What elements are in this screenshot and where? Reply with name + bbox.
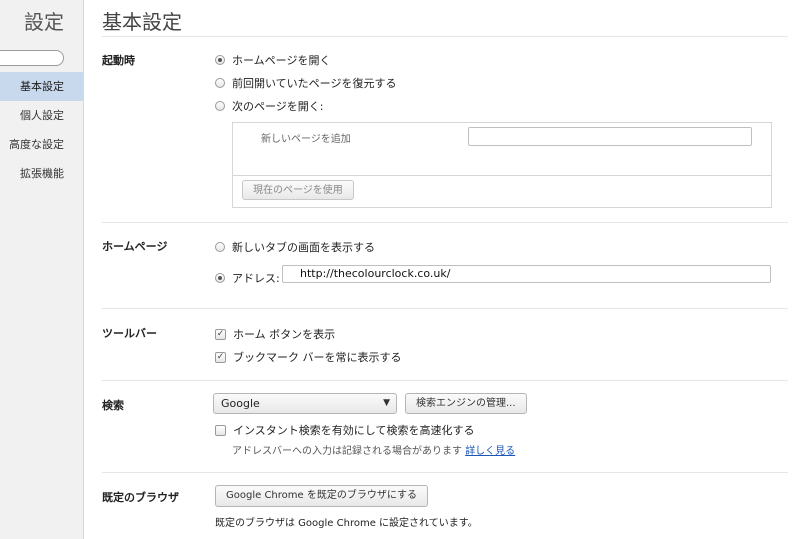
homepage-address-input[interactable]: http://thecolourclock.co.uk/ [282,265,771,283]
radio-icon[interactable] [215,101,225,111]
instant-search-hint: アドレスバーへの入力は記録される場合があります 詳しく見る [232,442,515,457]
checkbox-checked-icon[interactable]: ✓ [215,351,226,363]
radio-icon[interactable] [215,78,225,88]
homepage-new-tab-label: 新しいタブの画面を表示する [232,241,375,254]
homepage-address-label: アドレス: [232,272,280,285]
instant-hint-text: アドレスバーへの入力は記録される場合があります [232,446,462,457]
main-content: 基本設定 起動時 ホームページを開く 前回開いていたページを復元する 次のページ… [84,0,800,539]
section-divider [102,380,788,381]
dropdown-arrow-icon: ▼ [383,398,390,408]
sidebar-nav: 基本設定 個人設定 高度な設定 拡張機能 [0,72,83,188]
checkbox-icon[interactable] [215,424,226,436]
sidebar-item-personal[interactable]: 個人設定 [0,101,83,130]
add-page-input[interactable] [468,127,752,146]
manage-search-engines-button[interactable]: 検索エンジンの管理... [405,393,527,414]
show-bookmarks-label: ブックマーク バーを常に表示する [233,351,402,364]
page-title: 基本設定 [102,10,182,34]
startup-pages-row: 新しいページを追加 [233,123,771,176]
startup-option-label: 次のページを開く: [232,100,324,113]
startup-option-label: ホームページを開く [232,54,331,67]
make-default-browser-button[interactable]: Google Chrome を既定のブラウザにする [215,485,428,507]
homepage-option-address[interactable]: アドレス: [215,270,280,286]
sidebar-title: 設定 [24,10,64,34]
sidebar: 設定 基本設定 個人設定 高度な設定 拡張機能 [0,0,84,539]
sidebar-item-extensions[interactable]: 拡張機能 [0,159,83,188]
show-home-button-option[interactable]: ✓ ホーム ボタンを表示 [215,326,335,342]
default-browser-status: 既定のブラウザは Google Chrome に設定されています。 [215,518,478,529]
search-input[interactable] [0,50,64,66]
section-divider [102,472,788,473]
startup-option-label: 前回開いていたページを復元する [232,77,397,90]
sidebar-item-basics[interactable]: 基本設定 [0,72,83,101]
startup-section-label: 起動時 [102,54,135,67]
radio-icon[interactable] [215,242,225,252]
startup-option-homepage[interactable]: ホームページを開く [215,52,330,68]
sidebar-item-advanced[interactable]: 高度な設定 [0,130,83,159]
search-section-label: 検索 [102,399,124,412]
toolbar-section-label: ツールバー [102,327,157,340]
add-page-label: 新しいページを追加 [261,134,351,145]
instant-search-label: インスタント検索を有効にして検索を高速化する [233,424,475,437]
checkbox-checked-icon[interactable]: ✓ [215,328,226,340]
search-engine-value: Google [221,397,260,410]
instant-search-option[interactable]: インスタント検索を有効にして検索を高速化する [215,422,474,438]
startup-option-restore[interactable]: 前回開いていたページを復元する [215,75,396,91]
learn-more-link[interactable]: 詳しく見る [465,446,515,457]
section-divider [102,308,788,309]
radio-checked-icon[interactable] [215,273,225,283]
startup-option-pages[interactable]: 次のページを開く: [215,98,324,114]
title-divider [102,36,788,37]
homepage-section-label: ホームページ [102,240,168,253]
startup-pages-list: 新しいページを追加 現在のページを使用 [232,122,772,208]
show-home-label: ホーム ボタンを表示 [233,328,336,341]
default-browser-section-label: 既定のブラウザ [102,491,179,504]
homepage-option-new-tab[interactable]: 新しいタブの画面を表示する [215,239,375,255]
use-current-pages-button[interactable]: 現在のページを使用 [242,180,354,200]
section-divider [102,222,788,223]
radio-checked-icon[interactable] [215,55,225,65]
search-engine-select[interactable]: Google ▼ [213,393,397,414]
show-bookmarks-bar-option[interactable]: ✓ ブックマーク バーを常に表示する [215,349,402,365]
